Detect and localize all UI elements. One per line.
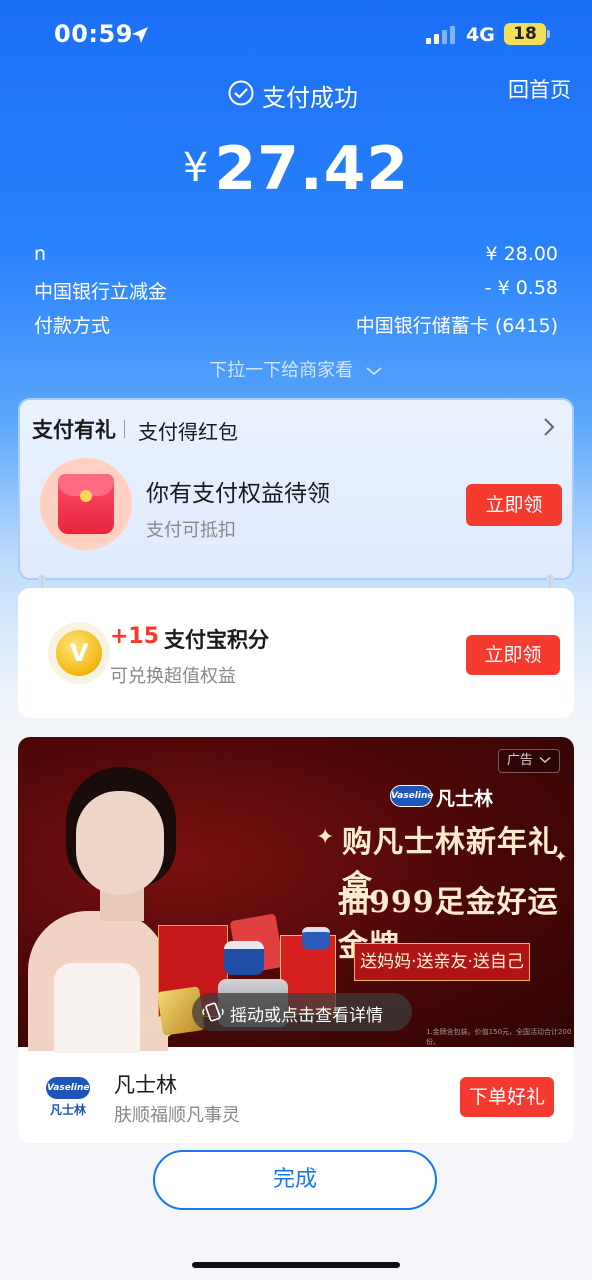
sparkle-icon: ✦ — [316, 825, 335, 850]
back-home-link[interactable]: 回首页 — [508, 74, 571, 104]
reward-subtitle: 支付得红包 — [138, 420, 238, 444]
ad-card[interactable]: 广告 Vaseline 凡士林 ✦ ✦ 购凡士林新年礼盒 抽999足金好运金牌 … — [18, 737, 574, 1143]
ad-description: 肤顺福顺凡事灵 — [114, 1105, 240, 1126]
status-time: 00:59 — [54, 20, 133, 48]
home-indicator — [192, 1262, 400, 1268]
chevron-down-icon — [366, 367, 382, 376]
product-jar — [224, 941, 264, 975]
title-divider — [124, 420, 125, 438]
pull-down-hint[interactable]: 下拉一下给商家看 — [0, 356, 592, 382]
detail-label-merchant: n — [34, 243, 47, 265]
points-card[interactable]: V +15 支付宝积分 可兑换超值权益 立即领 — [18, 588, 574, 718]
chevron-down-icon — [539, 756, 551, 763]
battery-tip — [547, 30, 550, 38]
reward-sub-text: 支付可抵扣 — [146, 520, 236, 541]
ad-slogan-banner: 送妈妈·送亲友·送自己 — [354, 943, 530, 981]
detail-value-discount: - ¥ 0.58 — [484, 277, 558, 299]
pull-down-hint-text: 下拉一下给商家看 — [209, 360, 354, 381]
shake-prompt-text: 摇动或点击查看详情 — [230, 1006, 383, 1026]
points-amount: +15 — [110, 624, 160, 649]
detail-value-original: ¥ 28.00 — [485, 243, 558, 265]
shake-phone-icon — [202, 1002, 224, 1022]
signal-icon — [426, 26, 455, 44]
ad-tag[interactable]: 广告 — [497, 749, 560, 773]
ad-brand-logo: Vaseline 凡士林 — [390, 783, 498, 811]
detail-label-discount: 中国银行立减金 — [34, 281, 168, 303]
vaseline-logo-cn: 凡士林 — [50, 1103, 87, 1117]
claim-points-button[interactable]: 立即领 — [466, 635, 560, 675]
payment-status: 支付成功 — [262, 84, 358, 112]
done-button[interactable]: 完成 — [153, 1150, 437, 1210]
brand-logo-cn: 凡士林 — [436, 788, 494, 810]
check-circle-icon — [228, 80, 254, 106]
claim-reward-button[interactable]: 立即领 — [466, 484, 562, 526]
red-packet-seal — [80, 490, 92, 502]
points-sub-text: 可兑换超值权益 — [110, 666, 236, 687]
location-arrow-icon — [132, 27, 148, 43]
detail-label-payment-method: 付款方式 — [34, 315, 111, 337]
reward-title: 支付有礼 — [32, 418, 116, 442]
ad-banner-image[interactable]: 广告 Vaseline 凡士林 ✦ ✦ 购凡士林新年礼盒 抽999足金好运金牌 … — [18, 737, 574, 1053]
payment-reward-card[interactable]: 支付有礼 支付得红包 你有支付权益待领 支付可抵扣 立即领 — [18, 398, 574, 580]
vaseline-logo: Vaseline — [46, 1077, 90, 1099]
battery-indicator: 18 — [504, 23, 546, 45]
reward-main-text: 你有支付权益待领 — [146, 481, 330, 507]
order-gift-button[interactable]: 下单好礼 — [460, 1077, 554, 1117]
points-label: 支付宝积分 — [164, 628, 269, 652]
ad-title: 凡士林 — [114, 1073, 177, 1097]
coin-glyph: V — [69, 639, 89, 667]
product-jar-small — [302, 927, 330, 949]
ad-tag-text: 广告 — [506, 753, 533, 768]
detail-value-payment-method: 中国银行储蓄卡 (6415) — [355, 315, 558, 337]
model-face — [76, 791, 164, 895]
currency-symbol: ¥ — [182, 145, 209, 191]
chevron-right-icon[interactable] — [542, 416, 556, 438]
brand-logo-pill: Vaseline — [390, 785, 433, 807]
network-type: 4G — [466, 24, 495, 46]
model-dress — [54, 963, 140, 1053]
payment-amount: ¥27.42 — [0, 134, 592, 204]
ad-fine-print: 1.金牌含包装。价值150元，全国活动合计200份。 — [426, 1028, 572, 1046]
amount-value: 27.42 — [214, 134, 410, 204]
